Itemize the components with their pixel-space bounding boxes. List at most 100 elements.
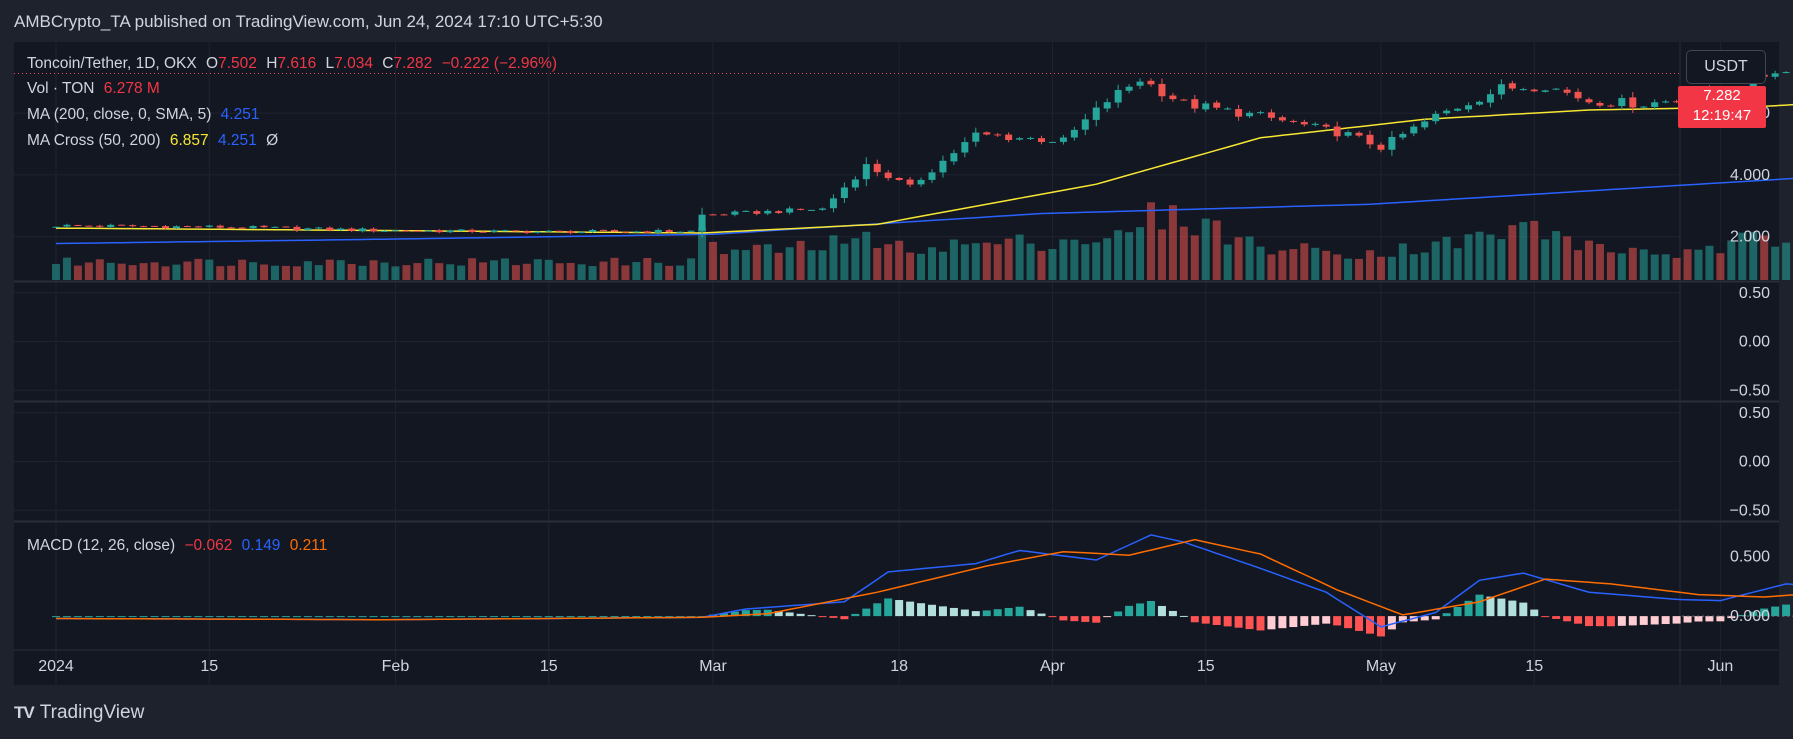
macd-histogram-bar [1081, 616, 1090, 622]
candle-body [1377, 144, 1385, 150]
currency-button[interactable]: USDT [1686, 50, 1766, 84]
candle-body [1224, 108, 1232, 110]
macd-histogram-bar [1355, 616, 1364, 631]
candle-body [1454, 108, 1462, 111]
macd-histogram-bar [446, 616, 455, 618]
candle-body [632, 231, 640, 233]
macd-histogram-bar [500, 616, 509, 618]
candle-body [589, 229, 597, 232]
macd-histogram-bar [949, 607, 958, 617]
volume-bar [1179, 226, 1188, 280]
candle-body [151, 225, 159, 227]
candle-body [1508, 83, 1516, 89]
macd-histogram-bar [216, 616, 225, 618]
candle-body [1081, 119, 1089, 130]
volume-bar [1092, 242, 1101, 280]
ma-cross-label: MA Cross (50, 200) [27, 132, 161, 149]
candle-body [1486, 94, 1494, 103]
candle-body [610, 230, 618, 232]
volume-bar [1552, 231, 1561, 280]
macd-histogram-bar [1683, 616, 1692, 623]
candle-body [85, 225, 93, 227]
time-axis-label: May [1366, 658, 1396, 675]
candle-body [654, 229, 662, 233]
candle-body [1180, 99, 1188, 101]
candle-body [950, 153, 958, 162]
macd-histogram-bar [960, 609, 969, 617]
volume-bar [1201, 218, 1210, 280]
volume-bar [95, 259, 104, 280]
macd-histogram-bar [84, 616, 93, 618]
candle-body [1125, 86, 1133, 91]
volume-bar [1574, 250, 1583, 280]
candle-body [1246, 112, 1254, 117]
volume-bar [1125, 232, 1134, 280]
volume-bar [62, 257, 71, 280]
candle-body [172, 226, 180, 229]
candle-body [983, 132, 991, 135]
pane-axis-label: 0.50 [1739, 405, 1770, 422]
macd-histogram-bar [807, 615, 816, 617]
macd-histogram-bar [938, 606, 947, 617]
candle-body [370, 228, 378, 232]
legend-ma-cross[interactable]: MA Cross (50, 200) 6.857 4.251 Ø [27, 132, 283, 150]
candle-body [1607, 105, 1615, 107]
legend-symbol[interactable]: Toncoin/Tether, 1D, OKX [27, 55, 197, 72]
candle-body [326, 227, 334, 231]
legend-volume[interactable]: Vol · TON 6.278 M [27, 80, 165, 98]
candle-body [1651, 102, 1659, 107]
macd-histogram-bar [1267, 616, 1276, 630]
volume-bar [1311, 247, 1320, 280]
candle-body [961, 142, 969, 153]
candle-body [1640, 106, 1648, 108]
candle-body [1048, 141, 1056, 143]
legend-macd[interactable]: MACD (12, 26, close) −0.062 0.149 0.211 [27, 537, 332, 555]
volume-bar [851, 238, 860, 280]
legend-change: −0.222 (−2.96%) [441, 55, 558, 72]
candle-body [1005, 134, 1013, 141]
volume-bar [1278, 250, 1287, 280]
volume-bar [709, 241, 717, 280]
candle-body [1662, 101, 1670, 103]
macd-histogram-bar [117, 616, 126, 618]
volume-bar [1409, 254, 1418, 280]
candle-body [1202, 103, 1210, 110]
macd-histogram-bar [993, 609, 1002, 617]
volume-bar [106, 262, 115, 280]
chart-canvas[interactable]: 2.0004.0006.0000.500.00−0.500.500.00−0.5… [0, 0, 1793, 739]
macd-histogram-bar [632, 616, 641, 618]
volume-bar [1267, 254, 1276, 280]
volume-bar [960, 244, 969, 280]
volume-bar [391, 266, 400, 280]
volume-bar [1256, 246, 1265, 280]
legend-ma[interactable]: MA (200, close, 0, SMA, 5) 4.251 [27, 106, 264, 124]
ma-cross-slow: 4.251 [217, 132, 257, 149]
volume-bar [862, 231, 871, 280]
volume-label: Vol · TON [27, 80, 95, 97]
candle-body [1530, 89, 1538, 92]
candle-body [107, 224, 115, 227]
candle-body [698, 214, 706, 231]
macd-histogram-bar [106, 616, 115, 618]
macd-histogram-bar [292, 616, 301, 618]
volume-bar [358, 265, 367, 280]
macd-histogram-bar [1147, 601, 1155, 617]
macd-histogram-bar [1201, 616, 1210, 624]
macd-histogram-bar [522, 616, 531, 618]
macd-histogram-bar [928, 604, 936, 617]
volume-bar [1694, 249, 1703, 280]
volume-bar [873, 247, 882, 280]
volume-bar [1464, 234, 1473, 280]
legend-low: 7.034 [334, 55, 373, 72]
macd-histogram-bar [577, 616, 586, 618]
candle-body [720, 214, 728, 216]
volume-bar [1639, 249, 1648, 280]
candle-body [1344, 132, 1352, 136]
macd-histogram-bar [380, 616, 389, 618]
footer[interactable]: TV TradingView [14, 702, 144, 724]
candle-body [1519, 89, 1527, 91]
volume-bars [52, 202, 1791, 280]
candle-body [118, 224, 126, 226]
volume-bar [884, 244, 893, 280]
macd-histogram-bar [982, 610, 991, 617]
